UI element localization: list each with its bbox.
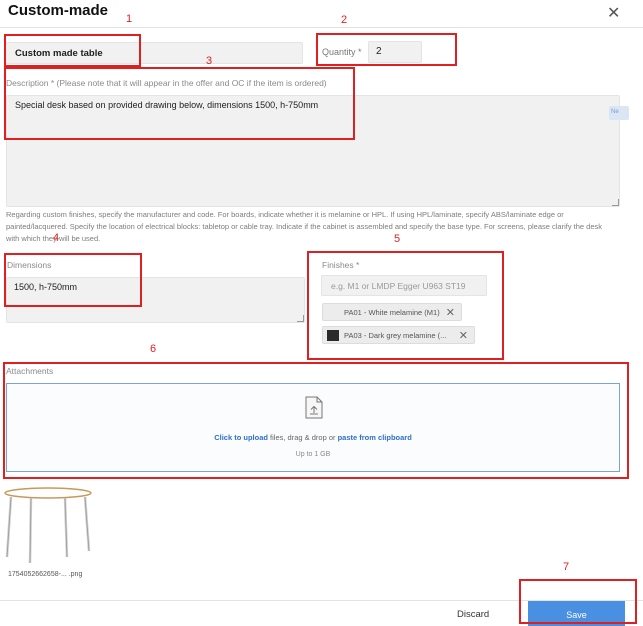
annotation-number: 7 — [563, 561, 570, 573]
annotation-number: 3 — [206, 55, 213, 67]
side-tab[interactable]: Ne — [609, 106, 629, 120]
annotation-number: 5 — [394, 233, 401, 245]
description-help-text: Regarding custom finishes, specify the m… — [6, 210, 603, 243]
annotation-box — [316, 33, 457, 66]
attachment-thumbnail[interactable] — [3, 485, 93, 565]
annotation-box — [4, 253, 142, 307]
discard-button[interactable]: Discard — [457, 609, 489, 620]
close-icon[interactable]: ✕ — [607, 3, 620, 23]
header-divider — [0, 27, 643, 28]
attachment-file-name: 1754052662658-... .png — [8, 571, 83, 578]
annotation-number: 6 — [150, 343, 157, 355]
dialog-title: Custom-made — [8, 2, 109, 19]
resize-handle-icon[interactable] — [297, 315, 304, 322]
annotation-number: 2 — [341, 14, 348, 26]
annotation-box — [4, 67, 355, 140]
annotation-box — [4, 34, 141, 67]
annotation-box — [307, 251, 504, 360]
annotation-number: 4 — [53, 232, 60, 244]
resize-handle-icon[interactable] — [612, 199, 619, 206]
annotation-number: 1 — [126, 13, 133, 25]
annotation-box — [519, 579, 637, 624]
annotation-box — [3, 362, 629, 479]
